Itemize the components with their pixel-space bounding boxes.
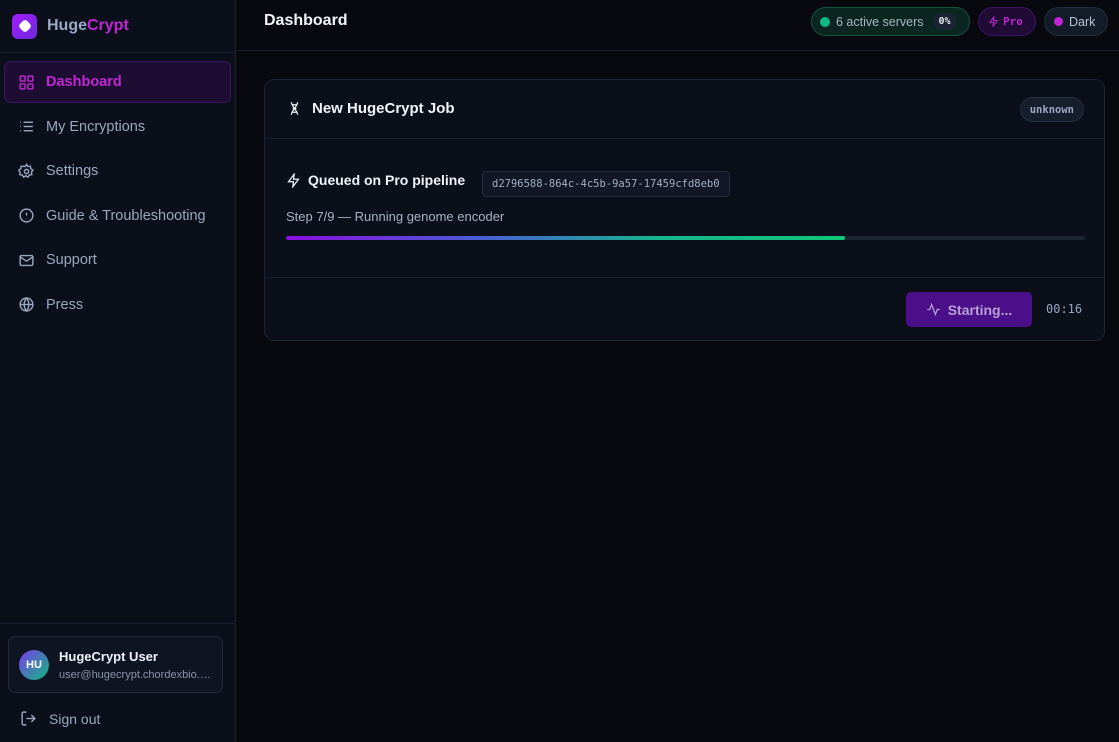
queue-label: Queued on Pro pipeline	[308, 172, 466, 188]
job-card-title: New HugeCrypt Job	[287, 100, 455, 117]
user-info: HugeCrypt User user@hugecrypt.chordexbio…	[59, 649, 211, 681]
bolt-icon	[988, 16, 999, 27]
sidebar-item-settings[interactable]: Settings	[4, 150, 231, 192]
job-card: New HugeCrypt Job unknown Queued on Pro …	[264, 79, 1105, 341]
server-load-badge: 0%	[932, 13, 957, 30]
grid-icon	[19, 74, 34, 90]
sidebar: HugeCrypt Dashboard My Encryptions Setti…	[0, 0, 236, 742]
sidebar-item-guide[interactable]: Guide & Troubleshooting	[4, 195, 231, 237]
sign-out-icon	[21, 711, 36, 726]
brand[interactable]: HugeCrypt	[0, 0, 235, 53]
avatar: HU	[19, 649, 49, 680]
sidebar-item-my-encryptions[interactable]: My Encryptions	[4, 106, 231, 148]
sign-out-button[interactable]: Sign out	[20, 710, 100, 727]
brand-name: HugeCrypt	[47, 17, 129, 35]
job-card-body: Queued on Pro pipeline d2796588-864c-4c5…	[265, 139, 1104, 278]
job-title: New HugeCrypt Job	[312, 100, 455, 117]
job-id: d2796588-864c-4c5b-9a57-17459cfd8eb0	[482, 171, 730, 197]
servers-label: 6 active servers	[836, 14, 924, 29]
plan-label: Pro	[1003, 15, 1023, 28]
job-card-header: New HugeCrypt Job unknown	[265, 80, 1104, 139]
status-dot-icon	[820, 16, 830, 27]
sidebar-nav: Dashboard My Encryptions Settings Guide …	[0, 53, 235, 336]
sidebar-item-label: Support	[46, 252, 97, 268]
elapsed-timer: 00:16	[1046, 302, 1083, 316]
globe-icon	[19, 297, 34, 312]
progress-bar	[286, 236, 1085, 240]
sidebar-item-label: Settings	[46, 163, 99, 179]
brand-name-part1: Huge	[47, 17, 87, 34]
user-email: user@hugecrypt.chordexbio.com	[59, 668, 211, 681]
mail-icon	[19, 254, 34, 266]
servers-status-pill[interactable]: 6 active servers 0%	[811, 7, 970, 36]
info-icon	[19, 208, 34, 223]
start-job-button[interactable]: Starting...	[906, 292, 1032, 327]
brand-name-part2: Crypt	[87, 17, 129, 34]
sidebar-footer: HU HugeCrypt User user@hugecrypt.chordex…	[0, 623, 235, 742]
user-card[interactable]: HU HugeCrypt User user@hugecrypt.chordex…	[8, 636, 223, 693]
user-name: HugeCrypt User	[59, 648, 158, 664]
queue-status: Queued on Pro pipeline	[286, 172, 465, 188]
sign-out-label: Sign out	[49, 710, 101, 727]
sidebar-item-support[interactable]: Support	[4, 239, 231, 281]
job-card-footer: Starting... 00:16	[265, 278, 1104, 340]
theme-toggle[interactable]: Dark	[1044, 7, 1108, 36]
top-header: Dashboard 6 active servers 0% Pro Dark	[236, 0, 1119, 51]
sidebar-item-label: Press	[46, 296, 84, 313]
plan-badge[interactable]: Pro	[978, 7, 1036, 36]
sidebar-item-label: Guide & Troubleshooting	[46, 207, 206, 224]
sidebar-item-press[interactable]: Press	[4, 284, 231, 326]
dna-icon	[290, 102, 299, 115]
sidebar-item-label: My Encryptions	[46, 118, 146, 135]
hugecrypt-logo-icon	[12, 13, 37, 39]
sidebar-item-dashboard[interactable]: Dashboard	[4, 61, 231, 103]
theme-label: Dark	[1069, 14, 1096, 29]
list-icon	[20, 121, 33, 132]
status-badge: unknown	[1019, 97, 1084, 122]
bolt-icon	[287, 172, 300, 188]
start-button-label: Starting...	[947, 301, 1013, 318]
theme-dot-icon	[1054, 17, 1063, 26]
step-status-text: Step 7/9 — Running genome encoder	[286, 209, 505, 224]
sidebar-item-label: Dashboard	[46, 74, 122, 90]
progress-fill	[286, 236, 846, 240]
gear-icon	[18, 162, 34, 178]
page-title: Dashboard	[264, 12, 348, 29]
activity-icon	[926, 302, 940, 317]
